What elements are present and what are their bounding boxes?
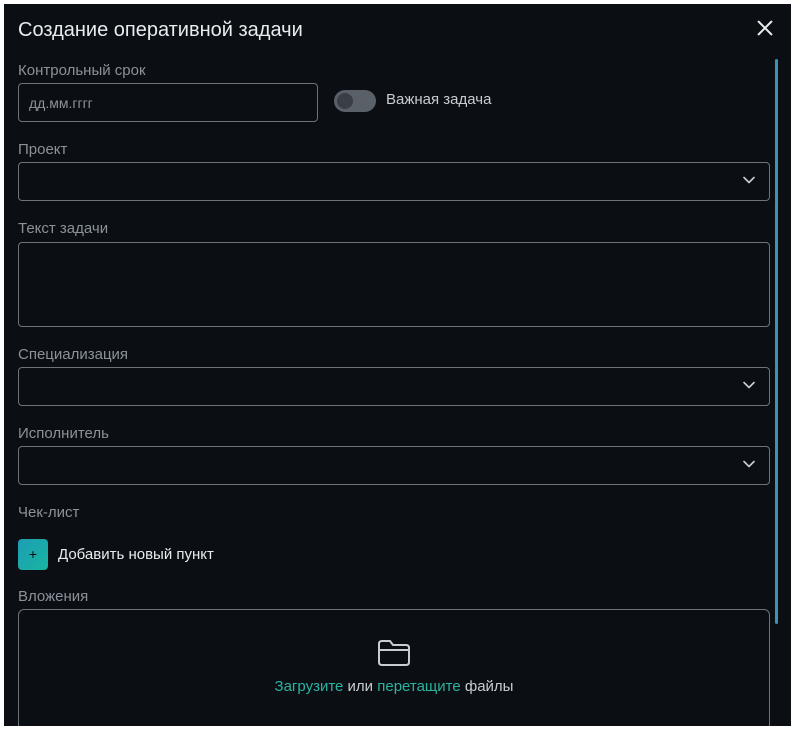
dialog-title: Создание оперативной задачи [18,19,303,41]
assignee-select[interactable] [18,446,770,485]
add-checklist-item-button[interactable]: + [18,539,48,570]
chevron-down-icon [743,381,755,389]
deadline-input[interactable] [19,84,317,121]
dropzone-text: Загрузите или перетащите файлы [19,678,769,695]
drag-link[interactable]: перетащите [377,678,460,695]
chevron-down-icon [743,176,755,184]
scrollbar[interactable] [775,59,778,624]
important-label: Важная задача [386,91,492,108]
close-icon[interactable] [756,19,774,37]
project-select[interactable] [18,162,770,201]
specialization-select[interactable] [18,367,770,406]
toggle-knob [337,93,353,109]
chevron-down-icon [743,460,755,468]
create-task-dialog: Создание оперативной задачи Контрольный … [4,4,791,726]
specialization-label: Специализация [18,346,129,363]
upload-link[interactable]: Загрузите [275,678,344,695]
folder-icon [378,640,410,666]
or-text: или [343,678,378,695]
deadline-label: Контрольный срок [18,62,146,79]
plus-icon: + [28,546,38,562]
attachments-dropzone[interactable]: Загрузите или перетащите файлы [18,609,770,726]
project-label: Проект [18,141,68,158]
add-checklist-item-label[interactable]: Добавить новый пункт [58,546,214,563]
attachments-label: Вложения [18,588,89,605]
important-toggle[interactable] [334,90,376,112]
assignee-label: Исполнитель [18,425,109,442]
task-text-area[interactable] [18,242,770,327]
deadline-field[interactable] [18,83,318,122]
task-text-label: Текст задачи [18,220,109,237]
files-text: файлы [460,678,514,695]
checklist-label: Чек-лист [18,504,80,521]
